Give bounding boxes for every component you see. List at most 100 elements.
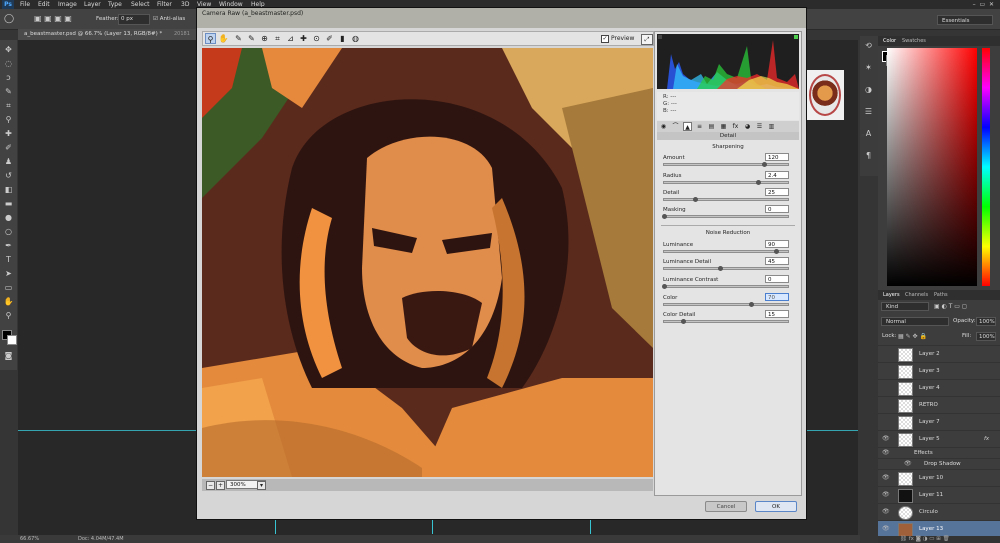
menu-3d[interactable]: 3D: [181, 0, 189, 9]
luminance-contrast-slider[interactable]: [662, 284, 789, 289]
quick-select-icon[interactable]: ✎: [3, 86, 14, 97]
straighten-icon[interactable]: ⊿: [285, 33, 296, 44]
chevron-down-icon[interactable]: ▾: [257, 481, 266, 490]
amount-slider[interactable]: [663, 162, 789, 167]
luminance-slider[interactable]: [663, 249, 789, 254]
detail-slider[interactable]: [663, 197, 789, 202]
document-tab[interactable]: a_beastmaster.psd @ 66.7% (Layer 13, RGB…: [18, 29, 196, 40]
brush-tool-icon[interactable]: ✐: [3, 142, 14, 153]
selection-mode-icon[interactable]: ▣ ▣ ▣ ▣: [34, 14, 72, 23]
layer-filter-icons[interactable]: ▣ ◐ T ▭ ◻: [934, 302, 967, 311]
slider-knob[interactable]: [748, 302, 754, 307]
layer-row[interactable]: 👁 Layer 10: [878, 469, 1000, 487]
slider-knob[interactable]: [773, 249, 779, 254]
menu-image[interactable]: Image: [58, 0, 77, 9]
radial-filter-icon[interactable]: ◍: [350, 33, 361, 44]
layer-row[interactable]: Layer 7: [878, 413, 1000, 431]
hand-tool-icon[interactable]: ✋: [218, 33, 229, 44]
zoom-out-icon[interactable]: −: [206, 481, 215, 490]
slider-knob[interactable]: [717, 266, 723, 271]
basic-panel-icon[interactable]: ◉: [659, 122, 668, 131]
menu-edit[interactable]: Edit: [38, 0, 50, 9]
adjustment-brush-icon[interactable]: ✐: [324, 33, 335, 44]
lasso-tool-icon[interactable]: ↄ: [3, 72, 14, 83]
zoom-in-icon[interactable]: +: [216, 481, 225, 490]
blur-tool-icon[interactable]: ●: [3, 212, 14, 223]
dialog-titlebar[interactable]: Camera Raw (a_beastmaster.psd): [197, 8, 806, 28]
spot-removal-icon[interactable]: ✚: [298, 33, 309, 44]
layer-row[interactable]: 👁 Layer 5 fx: [878, 430, 1000, 448]
targeted-adjustment-icon[interactable]: ⊕: [259, 33, 270, 44]
type-tool-icon[interactable]: T: [3, 254, 14, 265]
antialias-checkbox[interactable]: ☑ Anti-alias: [153, 16, 185, 22]
hue-slider[interactable]: [982, 48, 990, 286]
detail-panel-icon[interactable]: ▲: [683, 122, 692, 131]
zoom-level[interactable]: 66.67%: [20, 535, 39, 543]
camera-calibration-icon[interactable]: ◕: [743, 122, 752, 131]
color-input[interactable]: 70: [765, 293, 789, 301]
paragraph-icon[interactable]: ¶: [863, 150, 874, 161]
split-toning-icon[interactable]: ▤: [707, 122, 716, 131]
visibility-toggle[interactable]: [882, 384, 890, 392]
menu-filter[interactable]: Filter: [157, 0, 172, 9]
detail-input[interactable]: 25: [765, 188, 789, 196]
layer-row[interactable]: RETRO: [878, 396, 1000, 414]
lock-icons[interactable]: ▦ ✎ ✥ 🔒: [898, 332, 927, 341]
color-sampler-icon[interactable]: ✎: [246, 33, 257, 44]
menu-type[interactable]: Type: [108, 0, 122, 9]
slider-knob[interactable]: [662, 214, 667, 219]
eraser-tool-icon[interactable]: ◧: [3, 184, 14, 195]
blend-mode-select[interactable]: Normal: [881, 317, 949, 326]
color-detail-input[interactable]: 15: [765, 310, 789, 318]
visibility-toggle[interactable]: [882, 367, 890, 375]
preview-checkbox[interactable]: ✓ Preview: [601, 34, 634, 44]
layer-row[interactable]: 👁 Layer 11: [878, 486, 1000, 504]
visibility-toggle[interactable]: [882, 401, 890, 409]
menu-select[interactable]: Select: [131, 0, 150, 9]
cancel-button[interactable]: Cancel: [705, 501, 747, 512]
path-select-icon[interactable]: ➤: [3, 268, 14, 279]
move-tool-icon[interactable]: ✥: [3, 44, 14, 55]
pen-tool-icon[interactable]: ✒: [3, 240, 14, 251]
document-tab-2[interactable]: 20181: [174, 29, 190, 40]
fx-badge[interactable]: fx: [984, 431, 989, 448]
visibility-toggle[interactable]: [882, 350, 890, 358]
masking-input[interactable]: 0: [765, 205, 789, 213]
layer-row[interactable]: Layer 3: [878, 362, 1000, 380]
luminance-detail-slider[interactable]: [663, 266, 789, 271]
eye-icon[interactable]: 👁: [882, 525, 890, 533]
quick-mask-icon[interactable]: ◙: [3, 350, 14, 361]
effects-icon[interactable]: fx: [731, 122, 740, 131]
crop-tool-icon[interactable]: ⌗: [3, 100, 14, 111]
eye-icon[interactable]: 👁: [882, 491, 890, 499]
fill-input[interactable]: 100%: [976, 332, 996, 341]
eye-icon[interactable]: 👁: [882, 449, 890, 457]
clone-stamp-icon[interactable]: ♟: [3, 156, 14, 167]
tab-channels[interactable]: Channels: [905, 290, 928, 300]
radius-input[interactable]: 2.4: [765, 171, 789, 179]
slider-knob[interactable]: [680, 319, 686, 324]
lens-corrections-icon[interactable]: ▦: [719, 122, 728, 131]
radius-slider[interactable]: [663, 180, 789, 185]
zoom-tool-icon[interactable]: ⚲: [3, 310, 14, 321]
snapshots-icon[interactable]: ▥: [767, 122, 776, 131]
healing-brush-icon[interactable]: ✚: [3, 128, 14, 139]
opacity-input[interactable]: 100%: [976, 317, 996, 326]
tab-swatches[interactable]: Swatches: [902, 36, 926, 46]
history-brush-icon[interactable]: ↺: [3, 170, 14, 181]
menu-file[interactable]: File: [20, 0, 30, 9]
red-eye-icon[interactable]: ⊙: [311, 33, 322, 44]
lasso-icon[interactable]: ◯: [4, 14, 14, 24]
luminance-detail-input[interactable]: 45: [765, 257, 789, 265]
layers-footer-icons[interactable]: ⛓ fx ◙ ◑ ▭ ⊞ 🗑: [900, 536, 950, 542]
menu-layer[interactable]: Layer: [84, 0, 101, 9]
eye-icon[interactable]: 👁: [882, 474, 890, 482]
hand-tool-icon[interactable]: ✋: [3, 296, 14, 307]
eyedropper-icon[interactable]: ⚲: [3, 114, 14, 125]
white-balance-icon[interactable]: ✎: [233, 33, 244, 44]
slider-knob[interactable]: [662, 284, 667, 289]
layer-row[interactable]: Layer 2: [878, 345, 1000, 363]
luminance-input[interactable]: 90: [765, 240, 789, 248]
background-color-swatch[interactable]: [7, 335, 17, 345]
eye-icon[interactable]: 👁: [904, 460, 912, 468]
